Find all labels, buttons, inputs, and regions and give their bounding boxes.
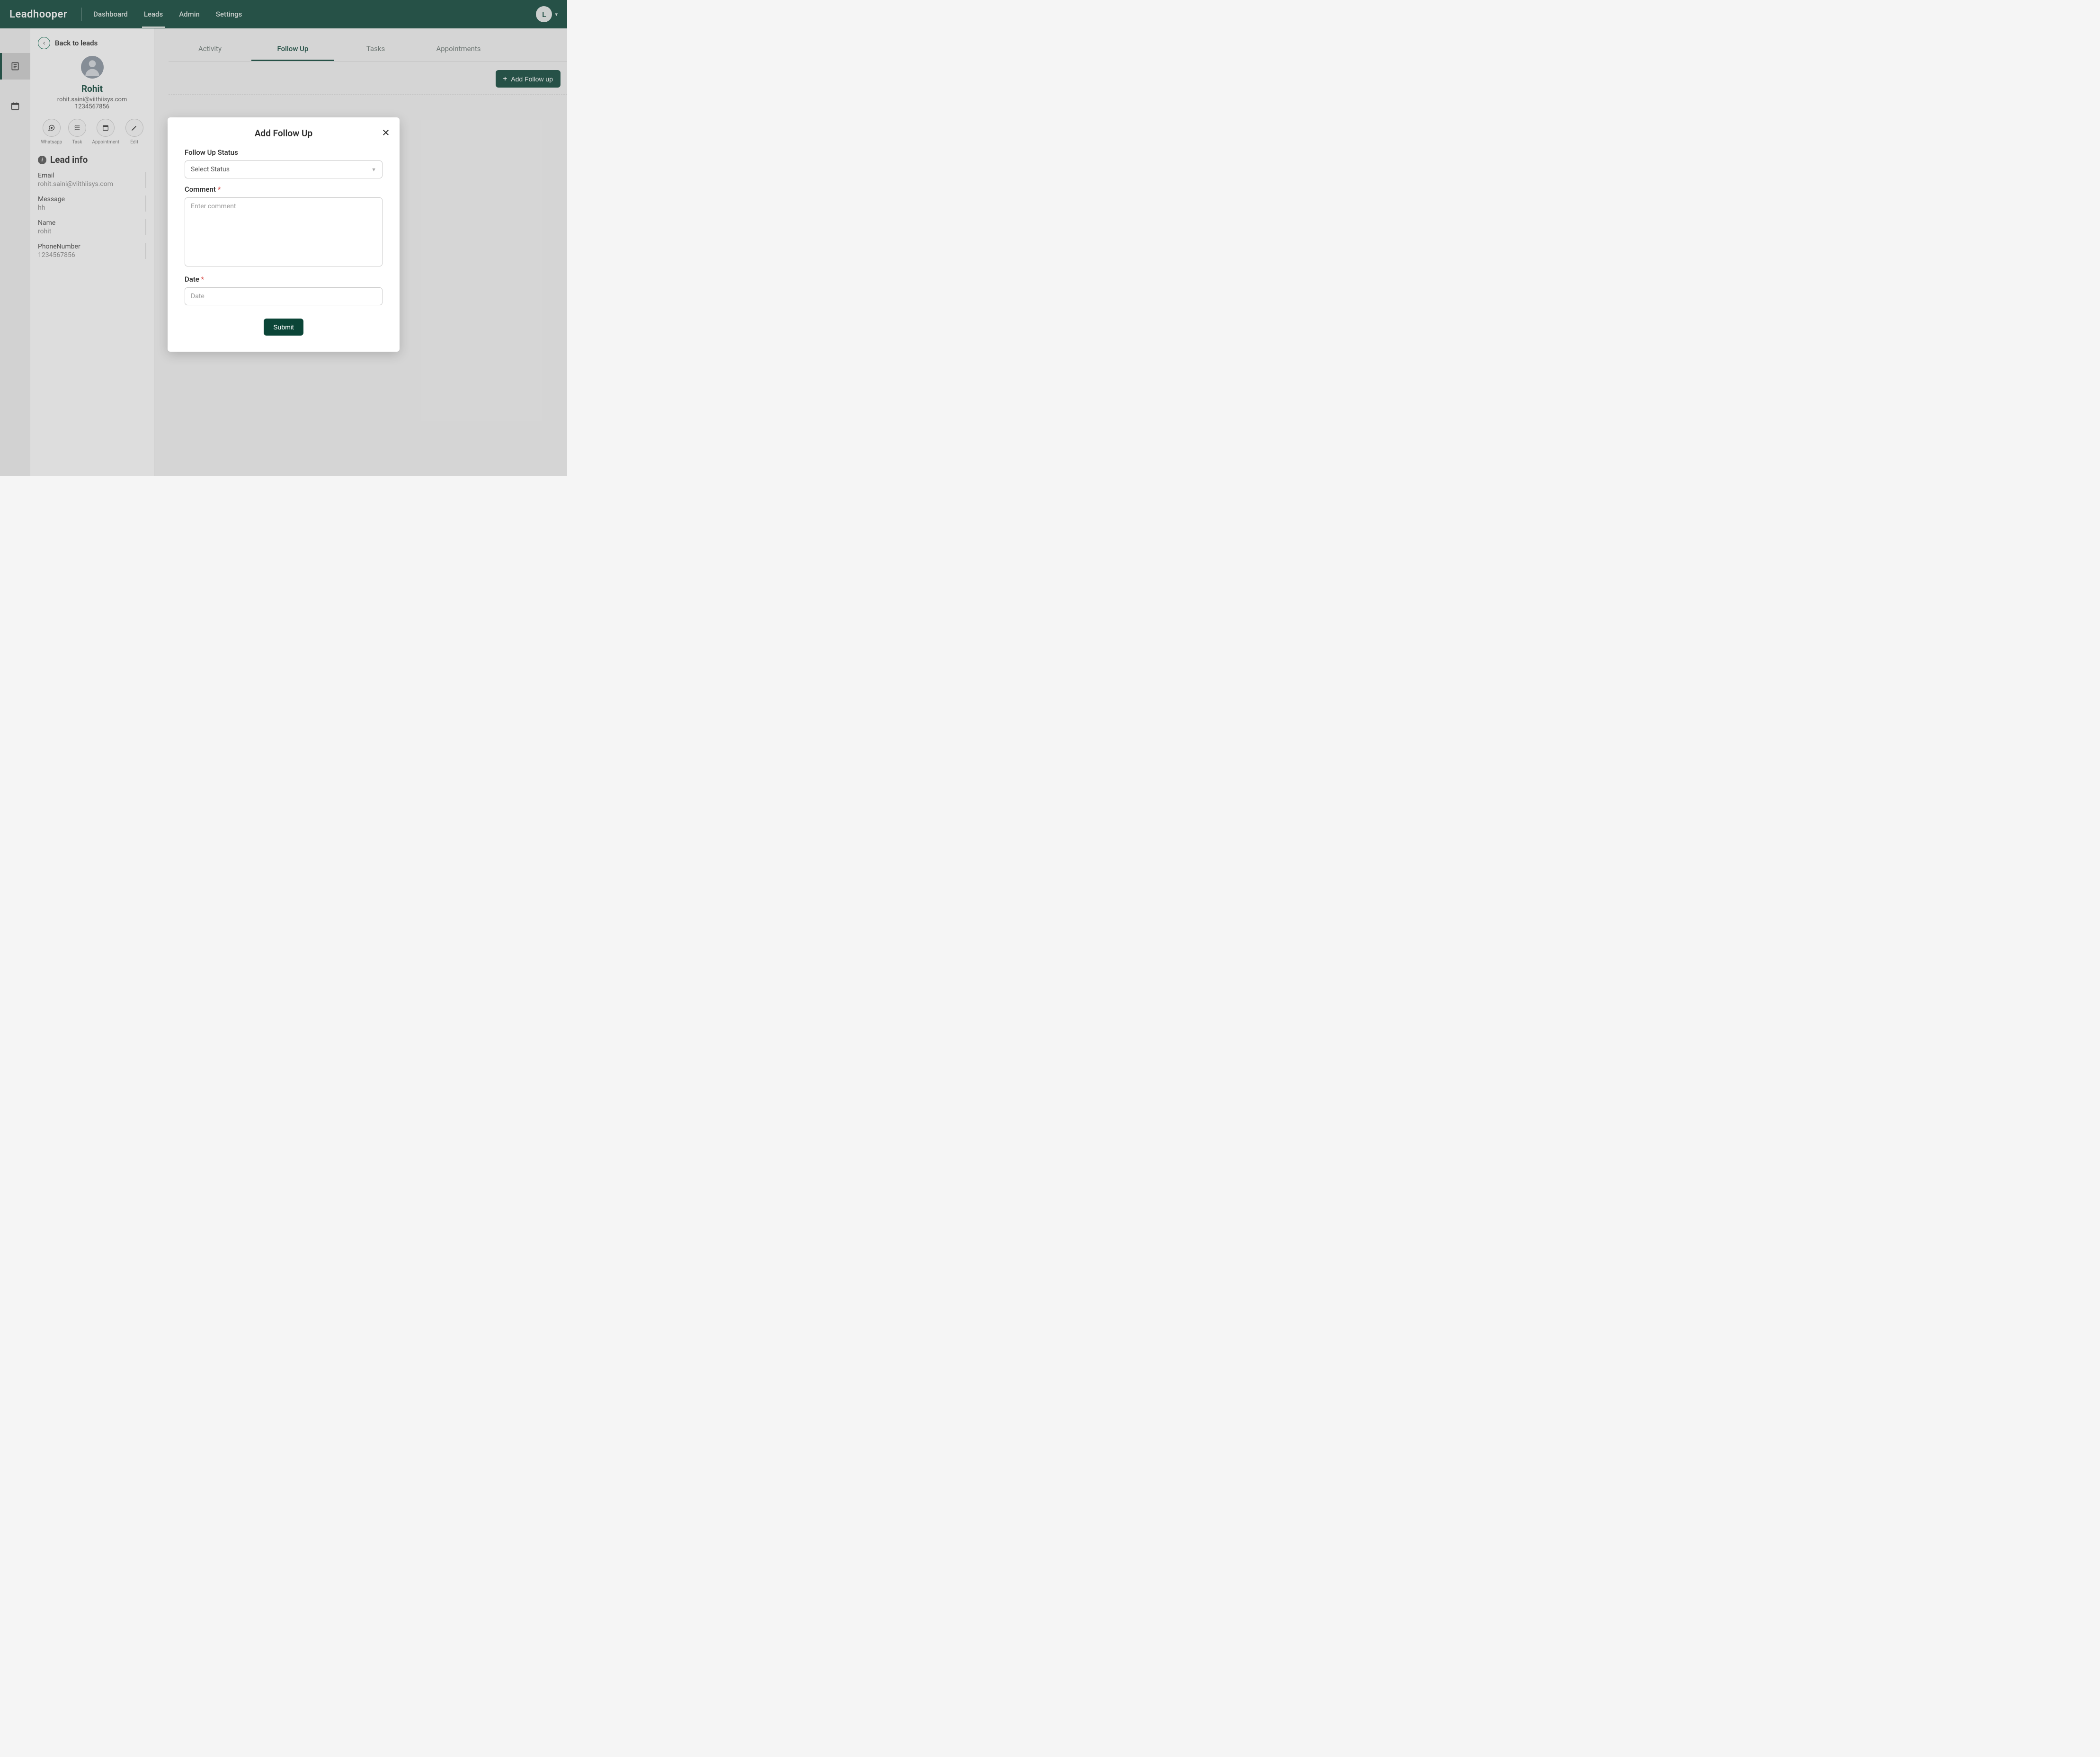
- modal-title: Add Follow Up: [185, 128, 383, 139]
- close-icon: [382, 128, 390, 137]
- date-input[interactable]: [185, 287, 383, 305]
- submit-button[interactable]: Submit: [264, 319, 303, 336]
- status-label: Follow Up Status: [185, 148, 383, 157]
- status-placeholder: Select Status: [191, 166, 230, 173]
- comment-textarea[interactable]: [185, 197, 383, 266]
- required-star: *: [218, 185, 221, 194]
- modal-close-button[interactable]: [382, 128, 390, 140]
- add-followup-modal: Add Follow Up Follow Up Status Select St…: [168, 117, 400, 352]
- modal-overlay: Add Follow Up Follow Up Status Select St…: [0, 0, 567, 476]
- select-caret-icon: ▼: [371, 167, 376, 173]
- status-select[interactable]: Select Status ▼: [185, 160, 383, 178]
- date-label: Date *: [185, 275, 383, 284]
- required-star: *: [201, 275, 205, 284]
- comment-label: Comment *: [185, 185, 383, 194]
